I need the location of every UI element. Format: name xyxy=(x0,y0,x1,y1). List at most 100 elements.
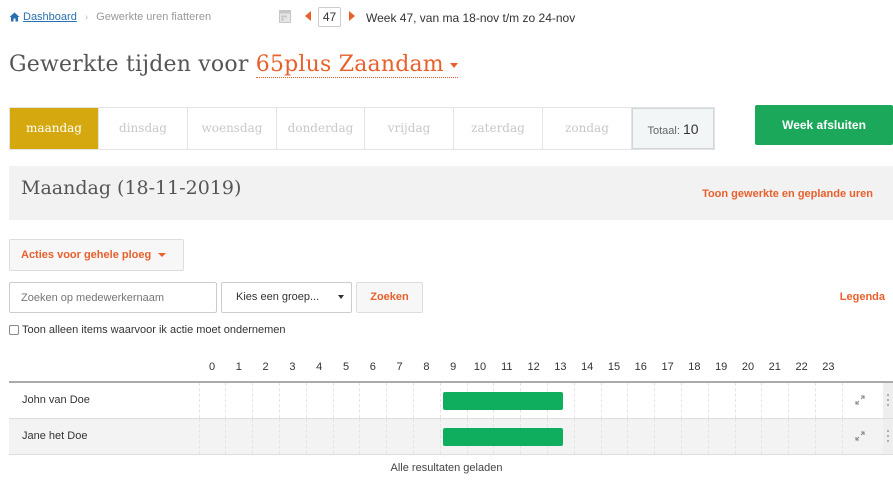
hour-gridline xyxy=(734,383,736,418)
hour-gridline xyxy=(439,383,441,418)
hour-gridline xyxy=(627,419,629,454)
hour-label: 17 xyxy=(661,361,674,373)
hour-label: 5 xyxy=(342,361,350,373)
select-arrow-icon xyxy=(338,295,344,299)
hour-gridline xyxy=(252,383,254,418)
breadcrumb-separator: › xyxy=(84,11,89,23)
hour-gridline xyxy=(707,383,709,418)
calendar-icon[interactable] xyxy=(279,9,291,23)
show-worked-planned-link[interactable]: Toon gewerkte en geplande uren xyxy=(702,188,873,200)
hour-label: 21 xyxy=(768,361,781,373)
hour-label: 2 xyxy=(262,361,269,373)
tab-zaterdag[interactable]: zaterdag xyxy=(454,108,543,149)
hour-label: 10 xyxy=(473,361,487,373)
organization-name: 65plus Zaandam xyxy=(255,52,444,77)
row-menu-icon[interactable] xyxy=(883,383,893,418)
hour-gridline xyxy=(413,419,414,454)
hour-label: 8 xyxy=(423,361,430,373)
action-filter-label: Toon alleen items waarvoor ik actie moet… xyxy=(22,324,286,336)
action-filter-checkbox[interactable] xyxy=(9,325,19,335)
group-select[interactable]: Kies een groep... xyxy=(221,282,352,313)
hour-gridline xyxy=(198,383,200,418)
hour-gridline xyxy=(815,419,816,454)
hour-label: 12 xyxy=(527,361,540,373)
hour-label: 20 xyxy=(741,361,755,373)
hour-label: 1 xyxy=(235,361,242,373)
hour-gridline xyxy=(198,419,200,454)
hour-gridline xyxy=(654,419,656,454)
hour-label: 11 xyxy=(501,361,513,373)
tab-maandag[interactable]: maandag xyxy=(10,108,99,149)
tab-vrijdag[interactable]: vrijdag xyxy=(365,108,454,149)
row-menu-icon[interactable] xyxy=(883,419,893,454)
hour-gridline xyxy=(305,419,307,454)
team-actions-label: Acties voor gehele ploeg xyxy=(21,249,152,261)
day-tabs: maandag dinsdag woensdag donderdag vrijd… xyxy=(9,107,715,150)
legend-link[interactable]: Legenda xyxy=(840,291,885,303)
shift-bar[interactable] xyxy=(443,392,564,410)
expand-icon[interactable] xyxy=(855,395,865,405)
table-row: Jane het Doe xyxy=(9,419,893,455)
shift-bar[interactable] xyxy=(443,428,564,446)
hour-gridline xyxy=(681,419,682,454)
hour-gridline xyxy=(413,383,414,418)
hour-gridline xyxy=(225,419,227,454)
tab-dinsdag[interactable]: dinsdag xyxy=(99,108,188,149)
previous-week-icon[interactable] xyxy=(305,11,311,21)
next-week-icon[interactable] xyxy=(349,11,355,21)
hour-gridline xyxy=(627,383,629,418)
hour-gridline xyxy=(788,419,790,454)
week-number-input[interactable]: 47 xyxy=(318,7,341,27)
hour-gridline xyxy=(305,383,307,418)
breadcrumb-dashboard-link[interactable]: Dashboard xyxy=(23,11,77,23)
organization-selector[interactable]: 65plus Zaandam xyxy=(255,52,458,78)
hour-gridline xyxy=(600,383,602,418)
hour-gridline xyxy=(734,419,736,454)
hour-gridline xyxy=(788,383,790,418)
tab-woensdag[interactable]: woensdag xyxy=(188,108,277,149)
home-icon xyxy=(9,12,20,22)
table-row: John van Doe xyxy=(9,383,893,419)
hour-label: 6 xyxy=(369,361,376,373)
hour-label: 22 xyxy=(795,361,808,373)
chevron-down-icon xyxy=(158,253,167,258)
hour-label: 13 xyxy=(554,361,567,373)
hour-gridline xyxy=(841,383,843,418)
employee-search-input[interactable] xyxy=(9,282,217,313)
hour-label: 7 xyxy=(396,361,403,373)
chevron-down-icon xyxy=(449,62,458,68)
group-select-value: Kies een groep... xyxy=(236,291,320,303)
hour-gridline xyxy=(359,419,361,454)
hour-gridline xyxy=(600,419,602,454)
hour-label: 23 xyxy=(822,361,835,373)
expand-icon[interactable] xyxy=(855,431,865,441)
hour-gridline xyxy=(841,419,843,454)
hour-gridline xyxy=(573,383,575,418)
day-header: Maandag (18-11-2019) Toon gewerkte en ge… xyxy=(9,166,893,220)
hour-label: 14 xyxy=(581,361,594,373)
hour-label: 9 xyxy=(450,361,457,373)
action-filter-row: Toon alleen items waarvoor ik actie moet… xyxy=(9,324,286,336)
search-button[interactable]: Zoeken xyxy=(356,282,423,313)
hour-gridline xyxy=(707,419,709,454)
hour-gridline xyxy=(761,419,763,454)
close-week-button[interactable]: Week afsluiten xyxy=(755,105,893,145)
hour-gridline xyxy=(359,383,361,418)
top-bar: Dashboard › Gewerkte uren fiatteren 47 W… xyxy=(0,0,893,34)
hour-label: 4 xyxy=(316,361,323,373)
breadcrumb-current: Gewerkte uren fiatteren xyxy=(96,11,212,23)
hour-label: 3 xyxy=(289,361,296,373)
hour-label: 18 xyxy=(688,361,701,373)
hour-gridline xyxy=(252,419,254,454)
total-label: Totaal: xyxy=(647,125,680,137)
employee-name: John van Doe xyxy=(22,394,90,406)
hour-gridline xyxy=(439,419,441,454)
team-actions-dropdown[interactable]: Acties voor gehele ploeg xyxy=(9,239,184,271)
hour-label: 19 xyxy=(715,361,728,373)
hour-label: 0 xyxy=(208,361,216,373)
tab-zondag[interactable]: zondag xyxy=(543,108,632,149)
hour-gridline xyxy=(279,383,280,418)
hour-gridline xyxy=(386,383,388,418)
tab-donderdag[interactable]: donderdag xyxy=(277,108,365,149)
hour-gridline xyxy=(815,383,816,418)
